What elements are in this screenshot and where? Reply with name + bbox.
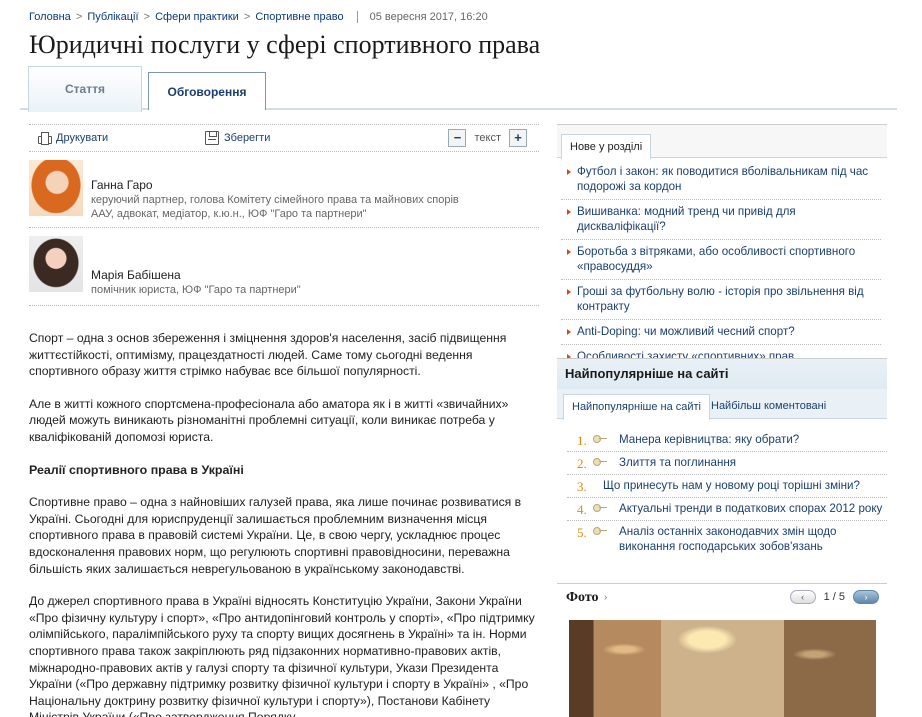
publish-date: 05 вересня 2017, 16:20 bbox=[356, 11, 488, 23]
text-size-label: текст bbox=[474, 132, 501, 144]
tab-most-commented[interactable]: Найбільш коментовані bbox=[703, 394, 834, 420]
article-toolbar: Друкувати Зберегти − текст + bbox=[29, 124, 539, 152]
article-paragraph: Спорт – одна з основ збереження і зміцне… bbox=[29, 331, 507, 379]
popular-heading: Найпопулярніше на сайті bbox=[557, 359, 887, 389]
article-body: Спорт – одна з основ збереження і зміцне… bbox=[29, 330, 543, 717]
list-item[interactable]: Боротьба з вітряками, або особливості сп… bbox=[561, 240, 881, 280]
author-description: керуючий партнер, голова Комітету сімейн… bbox=[91, 193, 459, 221]
article-subheading: Реалії спортивного права в Україні bbox=[29, 462, 244, 477]
list-item[interactable]: Футбол і закон: як поводитися вболівальн… bbox=[561, 160, 881, 200]
breadcrumb-sports-law[interactable]: Спортивне право bbox=[255, 11, 343, 23]
key-icon bbox=[593, 435, 607, 443]
photo-arrow-icon: › bbox=[604, 592, 608, 603]
new-in-section-box: Нове у розділі Футбол і закон: як поводи… bbox=[557, 124, 887, 363]
rank-number: 1. bbox=[577, 433, 587, 448]
photo-header: Фото › ‹ 1 / 5 › bbox=[557, 584, 887, 612]
list-item[interactable]: Вишиванка: модний тренд чи привід для ди… bbox=[561, 200, 881, 240]
author-photo[interactable] bbox=[29, 236, 83, 292]
author-description: помічник юриста, ЮФ "Гаро та партнери" bbox=[91, 283, 301, 297]
article-paragraph: Але в житті кожного спортсмена-професіон… bbox=[29, 396, 509, 444]
breadcrumb-separator: > bbox=[243, 11, 251, 23]
author-affiliation: ААУ, адвокат, медіатор, к.ю.н., ЮФ "Гаро… bbox=[91, 208, 367, 220]
list-item[interactable]: 3. Що принесуть нам у новому році торішн… bbox=[567, 475, 887, 498]
breadcrumb-practice-areas[interactable]: Сфери практики bbox=[155, 11, 239, 23]
text-size-control: − текст + bbox=[448, 129, 527, 147]
rank-number: 3. bbox=[577, 479, 587, 494]
list-item-label: Манера керівництва: яку обрати? bbox=[619, 433, 800, 446]
increase-text-button[interactable]: + bbox=[509, 129, 527, 147]
list-item-label: Аналіз останніх законодавчих змін щодо в… bbox=[619, 525, 837, 553]
list-item[interactable]: 4. Актуальні тренди в податкових спорах … bbox=[567, 498, 887, 521]
list-item[interactable]: Гроші за футбольну волю - історія про зв… bbox=[561, 280, 881, 320]
breadcrumb-home[interactable]: Головна bbox=[29, 11, 71, 23]
floppy-disk-icon bbox=[205, 131, 219, 145]
article-paragraph: Спортивне право – одна з найновіших галу… bbox=[29, 495, 522, 576]
next-photo-button[interactable]: › bbox=[853, 590, 879, 604]
photo-box: Фото › ‹ 1 / 5 › bbox=[557, 583, 887, 717]
breadcrumb: Головна > Публікації > Сфери практики > … bbox=[29, 11, 488, 23]
popular-tabs: Найпопулярніше на сайті Найбільш коменто… bbox=[557, 389, 887, 420]
list-item-label: Що принесуть нам у новому році торішні з… bbox=[603, 479, 860, 492]
tab-article[interactable]: Стаття bbox=[28, 66, 142, 112]
author-photo[interactable] bbox=[29, 160, 83, 216]
photo-counter: 1 / 5 bbox=[823, 591, 845, 603]
list-item[interactable]: 5. Аналіз останніх законодавчих змін щод… bbox=[567, 521, 887, 558]
list-item-label: Актуальні тренди в податкових спорах 201… bbox=[619, 502, 883, 515]
author-name[interactable]: Марія Бабішена bbox=[91, 268, 181, 282]
list-item[interactable]: 2. Злиття та поглинання bbox=[567, 452, 887, 475]
page-title: Юридичні послуги у сфері спортивного пра… bbox=[29, 30, 541, 59]
author-card: Марія Бабішена помічник юриста, ЮФ "Гаро… bbox=[29, 236, 539, 306]
photo-title[interactable]: Фото bbox=[566, 590, 599, 606]
print-button[interactable]: Друкувати bbox=[37, 131, 108, 145]
breadcrumb-separator: > bbox=[75, 11, 83, 23]
list-item-label: Злиття та поглинання bbox=[619, 456, 737, 469]
save-button[interactable]: Зберегти bbox=[205, 131, 270, 145]
key-icon bbox=[593, 504, 607, 512]
author-name[interactable]: Ганна Гаро bbox=[91, 178, 153, 192]
rank-number: 4. bbox=[577, 502, 587, 517]
rank-number: 5. bbox=[577, 525, 587, 540]
new-in-section-list: Футбол і закон: як поводитися вболівальн… bbox=[557, 158, 887, 369]
tab-new-in-section[interactable]: Нове у розділі bbox=[561, 134, 652, 159]
list-item[interactable]: 1. Манера керівництва: яку обрати? bbox=[567, 429, 887, 452]
author-position: помічник юриста, ЮФ "Гаро та партнери" bbox=[91, 284, 301, 296]
new-in-section-tabs: Нове у розділі bbox=[557, 125, 887, 159]
printer-icon bbox=[37, 131, 52, 145]
article-tabs: Стаття Обговорення bbox=[20, 66, 897, 112]
key-icon bbox=[593, 458, 607, 466]
decrease-text-button[interactable]: − bbox=[448, 129, 467, 147]
gallery-photo[interactable] bbox=[569, 620, 876, 717]
tab-most-popular[interactable]: Найпопулярніше на сайті bbox=[563, 394, 710, 420]
key-icon bbox=[593, 527, 607, 535]
article-paragraph: До джерел спортивного права в Україні ві… bbox=[29, 594, 535, 717]
author-position: керуючий партнер, голова Комітету сімейн… bbox=[91, 194, 459, 206]
popular-list: 1. Манера керівництва: яку обрати? 2. Зл… bbox=[557, 419, 887, 558]
popular-box: Найпопулярніше на сайті Найпопулярніше н… bbox=[557, 358, 887, 564]
list-item[interactable]: Anti-Doping: чи можливий чесний спорт? bbox=[561, 320, 881, 345]
breadcrumb-publications[interactable]: Публікації bbox=[87, 11, 138, 23]
author-card: Ганна Гаро керуючий партнер, голова Комі… bbox=[29, 160, 539, 228]
photo-pager: ‹ 1 / 5 › bbox=[789, 590, 879, 604]
save-label: Зберегти bbox=[224, 132, 271, 144]
rank-number: 2. bbox=[577, 456, 587, 471]
breadcrumb-separator: > bbox=[143, 11, 151, 23]
tab-discussion[interactable]: Обговорення bbox=[148, 72, 266, 110]
print-label: Друкувати bbox=[56, 132, 109, 144]
prev-photo-button[interactable]: ‹ bbox=[789, 590, 816, 604]
